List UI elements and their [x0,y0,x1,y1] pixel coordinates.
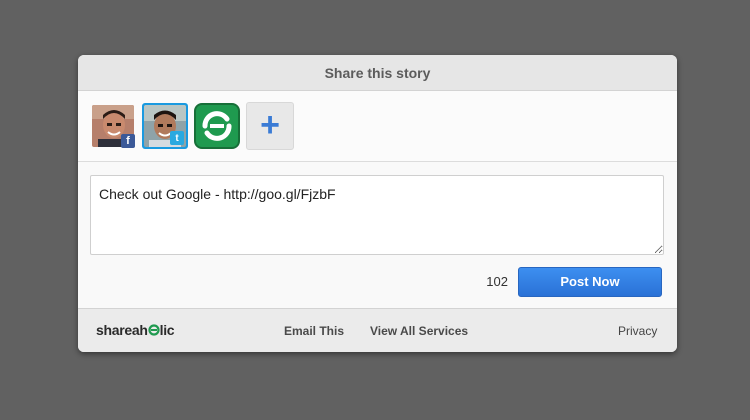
logo-suffix: lic [159,322,175,338]
message-input[interactable] [90,175,664,255]
twitter-icon: t [170,131,184,145]
share-dialog: Share this story f t + Check out Google … [78,55,677,352]
dialog-footer: shareah lic Email This View All Services … [78,308,677,352]
email-this-link[interactable]: Email This [284,324,344,338]
dialog-title: Share this story [78,55,677,91]
plus-icon: + [260,106,280,144]
add-account-button[interactable]: + [246,102,294,150]
logo-mark-icon [148,323,160,336]
view-all-services-link[interactable]: View All Services [370,324,468,338]
shareaholic-logo[interactable]: shareah lic [96,322,175,338]
facebook-account-avatar[interactable]: f [90,103,136,149]
shareaholic-logo-icon [194,103,240,149]
facebook-icon: f [121,134,135,148]
twitter-account-avatar[interactable]: t [142,103,188,149]
logo-prefix: shareah [96,322,148,338]
shareaholic-account[interactable] [194,103,240,149]
post-now-button[interactable]: Post Now [518,267,662,297]
account-selector: f t + [78,91,677,162]
privacy-link[interactable]: Privacy [618,324,657,338]
character-count: 102 [486,274,508,289]
